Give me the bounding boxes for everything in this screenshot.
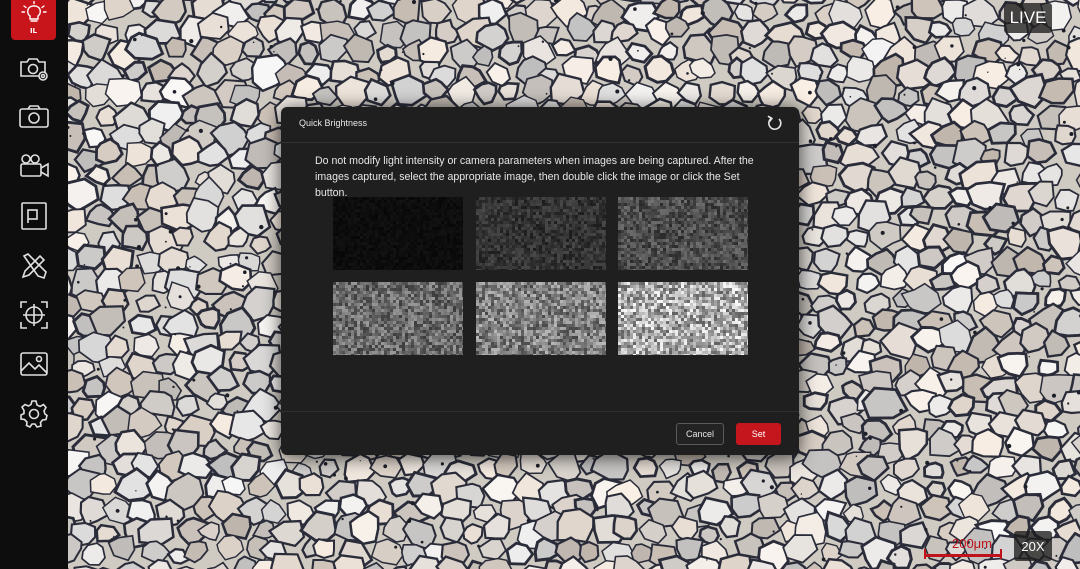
brightness-thumbnail[interactable] — [618, 282, 748, 355]
crosshair-target-button[interactable] — [12, 295, 56, 335]
camera-settings-icon — [20, 58, 48, 81]
brightness-thumbnail[interactable] — [333, 197, 463, 270]
scale-label: 200μm — [951, 536, 992, 551]
measure-tools-icon — [21, 253, 47, 280]
thumbnail-image — [333, 197, 463, 270]
quick-brightness-dialog: Quick Brightness Do not modify light int… — [281, 107, 799, 455]
image-gallery-icon — [20, 352, 48, 376]
dialog-header: Quick Brightness — [281, 107, 799, 143]
presentation-icon — [21, 202, 47, 230]
illumination-button[interactable]: IL — [11, 0, 56, 40]
reset-button[interactable] — [765, 115, 785, 133]
thumbnail-image — [618, 282, 748, 355]
crosshair-target-icon — [20, 301, 48, 329]
image-gallery-button[interactable] — [12, 344, 56, 384]
settings-button[interactable] — [12, 394, 56, 434]
camera-capture-icon — [19, 105, 49, 128]
cancel-button[interactable]: Cancel — [676, 423, 724, 445]
presentation-button[interactable] — [12, 196, 56, 236]
dialog-message: Do not modify light intensity or camera … — [315, 155, 754, 199]
live-indicator: LIVE — [1004, 3, 1052, 33]
sidebar: IL — [0, 0, 68, 569]
brightness-thumbnail[interactable] — [618, 197, 748, 270]
scale-tick-right — [1000, 549, 1002, 559]
scale-line — [924, 554, 1002, 557]
set-button[interactable]: Set — [736, 423, 781, 445]
brightness-thumbnail[interactable] — [333, 282, 463, 355]
thumbnail-image — [333, 282, 463, 355]
thumbnail-image — [476, 197, 606, 270]
brightness-thumbnail[interactable] — [476, 197, 606, 270]
camera-capture-button[interactable] — [12, 97, 56, 137]
scale-bar: 200μm — [922, 536, 1004, 562]
video-record-icon — [20, 154, 49, 178]
dialog-divider — [281, 411, 799, 412]
brightness-thumbnail[interactable] — [476, 282, 606, 355]
scale-tick-left — [924, 549, 926, 559]
camera-settings-button[interactable] — [12, 48, 56, 88]
lightbulb-icon — [20, 1, 47, 22]
gear-icon — [20, 400, 48, 428]
thumbnail-image — [618, 197, 748, 270]
dialog-title: Quick Brightness — [299, 118, 368, 128]
video-record-button[interactable] — [12, 146, 56, 186]
thumbnail-image — [476, 282, 606, 355]
illumination-label: IL — [29, 27, 38, 35]
magnification-badge[interactable]: 20X — [1014, 531, 1052, 561]
measure-tools-button[interactable] — [12, 246, 56, 286]
refresh-icon — [767, 115, 782, 131]
